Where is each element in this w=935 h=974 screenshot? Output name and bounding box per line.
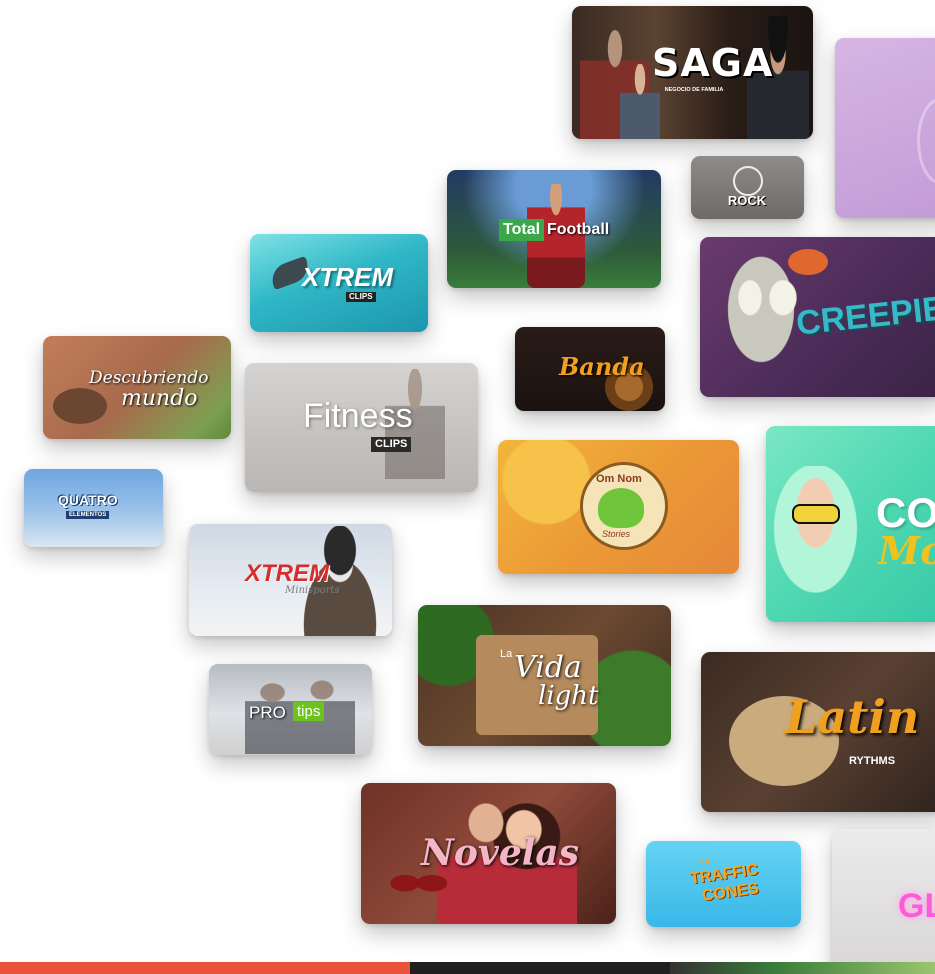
tips-label: tips [293, 702, 325, 721]
latin-title: Latin [785, 690, 920, 744]
pro-label: PRO [249, 703, 286, 722]
vida-line2: light [538, 681, 599, 711]
tile-saga[interactable]: SAGA NEGOCIO DE FAMILIA [572, 6, 813, 139]
novelas-title: Novelas [421, 832, 580, 874]
saga-subtitle: NEGOCIO DE FAMILIA [664, 87, 724, 93]
vida-small: La [500, 648, 513, 660]
decorative-swirl [917, 98, 935, 184]
tile-rock[interactable]: ROCK [691, 156, 804, 219]
cuatro-title: QUATRO [58, 492, 118, 508]
descubriendo-line2: mundo [121, 386, 198, 411]
creepie-bow [788, 249, 828, 275]
vida-line1: Vida [514, 650, 582, 685]
football-label: Football [547, 221, 610, 238]
tile-pro-tips[interactable]: PRO tips [209, 664, 372, 755]
bottom-strip-red [0, 962, 425, 974]
tile-glam[interactable]: GL [832, 829, 935, 974]
om-nom-tag: Stories [602, 529, 631, 539]
tile-vida-light[interactable]: La Vida light [418, 605, 671, 746]
banda-title: Banda [559, 352, 645, 381]
tile-xtrem-minisports[interactable]: XTREM Minisports [189, 524, 392, 636]
om-nom-character [598, 488, 644, 528]
bottom-strip-dark [410, 962, 670, 974]
fitness-title: Fitness [303, 397, 413, 435]
bottom-strip-green [670, 962, 935, 974]
tile-co-mo[interactable]: CO Mo [766, 426, 935, 622]
latin-tag: RYTHMS [849, 755, 896, 767]
traffic-small: THE [698, 859, 712, 866]
tile-latin-rythms[interactable]: Latin RYTHMS [701, 652, 935, 812]
om-nom-title: Om Nom [596, 473, 642, 485]
saga-title: SAGA [652, 41, 774, 85]
bowl-figure [53, 388, 107, 424]
tile-cuatro-elementos[interactable]: QUATRO ELEMENTOS [24, 469, 163, 547]
channel-collage: SAGA NEGOCIO DE FAMILIA ROCK Total Footb… [0, 0, 935, 974]
xtrem-clips-title: XTREM [302, 262, 393, 292]
co-line2: Mo [878, 528, 935, 573]
tile-lilac[interactable] [835, 38, 935, 218]
cuatro-tag: ELEMENTOS [66, 511, 110, 519]
rock-hand-icon [733, 166, 763, 196]
tile-descubriendo[interactable]: Descubriendo mundo [43, 336, 231, 439]
total-label: Total [499, 219, 545, 241]
xtrem-minisports-tag: Minisports [285, 585, 340, 596]
xtrem-clips-tag: CLIPS [346, 292, 376, 302]
tile-fitness-clips[interactable]: Fitness CLIPS [245, 363, 478, 492]
xtrem-minisports-title: XTREM [245, 560, 329, 587]
descubriendo-line1: Descubriendo [89, 368, 209, 388]
tile-creepie[interactable]: CREEPIE [700, 237, 935, 397]
fitness-tag: CLIPS [371, 437, 412, 452]
bottom-strip [0, 962, 935, 974]
sunglasses [792, 504, 840, 524]
tile-traffic-cones[interactable]: THE TRAFFIC CONES [646, 841, 801, 927]
rock-title: ROCK [727, 193, 767, 208]
tile-banda[interactable]: Banda [515, 327, 665, 411]
wine-glasses [387, 873, 447, 907]
tile-total-football[interactable]: Total Football [447, 170, 661, 288]
tile-novelas[interactable]: Novelas [361, 783, 616, 924]
glam-title: GL [898, 887, 935, 925]
tile-xtrem-clips[interactable]: XTREM CLIPS [250, 234, 428, 332]
tile-om-nom[interactable]: Om Nom Stories [498, 440, 739, 574]
singer-figure [766, 466, 876, 622]
